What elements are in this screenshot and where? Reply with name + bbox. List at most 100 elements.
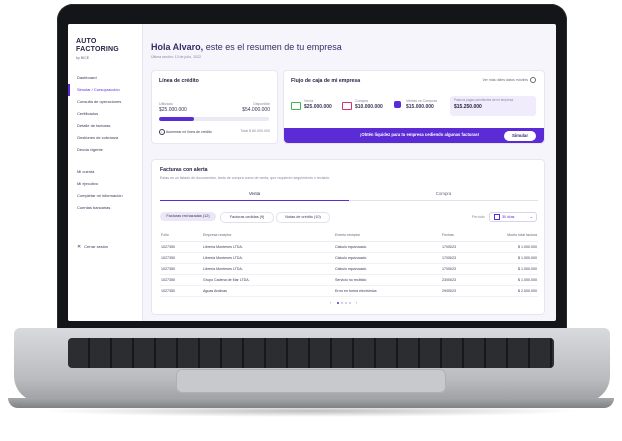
venta-icon (291, 102, 301, 110)
cash-flow-card: Flujo de caja de mi empresa Ver más útil… (283, 70, 545, 144)
pending-label: Pasivos pagos pendientes de mi empresa (454, 98, 514, 102)
sidebar-item-completar-informacion[interactable]: Completar mi información (68, 190, 142, 202)
sidebar-nav: Dashboard Simular / Cursopracción Consul… (68, 72, 142, 214)
alert-invoices-subtitle: Estas es un listado de documentos, tanto… (160, 176, 331, 180)
pill-notas-credito[interactable]: Notas de crédito (10) (276, 212, 330, 223)
cell-evento: Error en forma electrónica (334, 285, 441, 297)
prev-page-icon[interactable]: ‹ (330, 300, 333, 305)
col-monto-total: Monto total factura (488, 229, 538, 242)
cell-empresa: Aguas Andinas (202, 285, 334, 297)
autofactoring-logo[interactable]: AUTO FACTORING by BICE (76, 38, 136, 62)
sidebar-item-gestiones-cobranza[interactable]: Gestiones de cobranza (68, 132, 142, 144)
help-icon (530, 77, 536, 83)
credit-line-title: Línea de crédito (159, 78, 199, 84)
table-row[interactable]: 1027350 Grupo Cadena de Mar LTDA. Servic… (160, 274, 538, 286)
chevron-down-icon: ⌄ (529, 214, 533, 219)
ventas-compras-label: Ventas vs Compras (406, 99, 438, 103)
liquidity-banner-text: ¡Obtén liquidez para tu empresa cediendo… (360, 132, 480, 137)
col-evento-receptor: Evento receptor (334, 229, 441, 242)
credit-usage-bar (159, 117, 269, 121)
pill-facturas-rechazadas[interactable]: Facturas rechazadas (12) (160, 212, 216, 221)
page-title: Hola Alvaro, este es el resumen de tu em… (151, 42, 342, 52)
invoice-type-tabs: Venta Compra (160, 188, 538, 201)
cell-folio: 1027350 (160, 252, 202, 264)
sidebar-item-dashboard[interactable]: Dashboard (68, 72, 142, 84)
period-select[interactable]: 30 días ⌄ (489, 212, 537, 222)
cell-monto: $ 1.000.000 (488, 252, 538, 264)
tab-compra[interactable]: Compra (349, 188, 538, 200)
page-dot-2[interactable] (341, 301, 344, 304)
info-icon: i (159, 129, 165, 135)
alert-invoices-table: Folio Empresa receptor Evento receptor F… (160, 229, 538, 297)
greeting-name: Hola Alvaro, (151, 42, 204, 52)
credit-usage-fill (159, 117, 195, 121)
venta-value: $25.000.000 (304, 104, 332, 110)
col-empresa-receptor: Empresa receptor (202, 229, 334, 242)
ventas-compras-icon (394, 101, 401, 108)
used-label: Utilizado (159, 102, 173, 106)
used-value: $25.000.000 (159, 107, 187, 113)
page-dot-3[interactable] (345, 301, 348, 304)
cell-evento: Servicio no recibido (334, 274, 441, 286)
alert-invoices-card: Facturas con alerta Estas es un listado … (151, 159, 545, 315)
sidebar-item-consulta-operaciones[interactable]: Consulta de operaciones (68, 96, 142, 108)
keyboard (68, 338, 554, 368)
sidebar: AUTO FACTORING by BICE Dashboard Simular… (68, 24, 143, 321)
cell-empresa: Librería Montenes LTDA. (202, 252, 334, 264)
venta-label: Venta (304, 99, 314, 103)
sidebar-item-deuda-vigente[interactable]: Deuda vigente (68, 144, 142, 156)
sidebar-item-mi-cuenta[interactable]: Mi cuenta (68, 166, 142, 178)
close-icon: ✕ (77, 244, 82, 250)
cell-evento: Cálculo equivocado (334, 241, 441, 253)
cell-fecha: 23/05/23 (441, 274, 488, 286)
compra-icon (342, 102, 352, 110)
credit-line-card: Línea de crédito Utilizado $25.000.000 D… (151, 70, 278, 144)
main-content: Hola Alvaro, este es el resumen de tu em… (142, 24, 556, 321)
simular-button[interactable]: Simular (504, 130, 536, 141)
sidebar-item-detalle-facturas[interactable]: Detalle de facturas (68, 120, 142, 132)
page-dot-4[interactable] (349, 301, 352, 304)
cell-monto: $ 1.000.000 (488, 274, 538, 286)
period-label: Período (472, 215, 485, 219)
cell-monto: $ 1.000.000 (488, 263, 538, 275)
greeting-text: este es el resumen de tu empresa (203, 42, 342, 52)
tab-venta[interactable]: Venta (160, 188, 349, 201)
calendar-icon (494, 214, 500, 220)
available-value: $54.000.000 (242, 107, 270, 113)
laptop-screen: AUTO FACTORING by BICE Dashboard Simular… (68, 24, 556, 321)
sidebar-item-mi-ejecutivo[interactable]: Mi ejecutivo (68, 178, 142, 190)
table-row[interactable]: 1027350 Librería Montenes LTDA. Cálculo … (160, 252, 538, 264)
pill-facturas-cedidas[interactable]: Facturas cedidas (9) (220, 212, 274, 223)
cell-monto: $ 2.000.000 (488, 285, 538, 297)
trackpad (176, 369, 446, 393)
cash-flow-help[interactable]: Ver más útiles datos móviles (482, 77, 536, 83)
pending-payments-box: Pasivos pagos pendientes de mi empresa $… (450, 96, 536, 116)
sidebar-item-cuentas-bancarias[interactable]: Cuentas bancarias (68, 202, 142, 214)
cell-folio: 1027350 (160, 274, 202, 286)
table-row[interactable]: 1027350 Librería Montenes LTDA. Cálculo … (160, 241, 538, 253)
cell-fecha: 29/05/23 (441, 285, 488, 297)
table-row[interactable]: 1027350 Librería Montenes LTDA. Cálculo … (160, 263, 538, 275)
sidebar-item-simular[interactable]: Simular / Cursopracción (68, 84, 142, 96)
cell-folio: 1027350 (160, 285, 202, 297)
col-folio: Folio (160, 229, 202, 242)
cell-monto: $ 1.000.000 (488, 241, 538, 253)
compra-value: $10.000.000 (355, 104, 383, 110)
next-page-icon[interactable]: › (356, 300, 359, 305)
credit-total: Total $ 80.000.000 (240, 129, 270, 133)
available-label: Disponible (253, 102, 270, 106)
cell-empresa: Librería Montenes LTDA. (202, 263, 334, 275)
last-session-date: Última sesión: 13 de julio, 2022 (151, 55, 201, 59)
logout-button[interactable]: ✕ Cerrar sesión (77, 244, 108, 250)
logout-label: Cerrar sesión (84, 244, 109, 249)
col-fechas: Fechas (441, 229, 488, 242)
increase-credit-link[interactable]: i Aumentar mi línea de crédito (159, 129, 212, 135)
cell-fecha: 17/05/23 (441, 263, 488, 275)
sidebar-item-certificados[interactable]: Certificados (68, 108, 142, 120)
alert-invoices-title: Facturas con alerta (160, 167, 208, 173)
compra-label: Compra (355, 99, 368, 103)
pending-value: $15.250.000 (454, 104, 482, 110)
cell-fecha: 17/05/23 (441, 252, 488, 264)
table-row[interactable]: 1027350 Aguas Andinas Error en forma ele… (160, 285, 538, 297)
page-dot-1[interactable] (337, 301, 340, 304)
